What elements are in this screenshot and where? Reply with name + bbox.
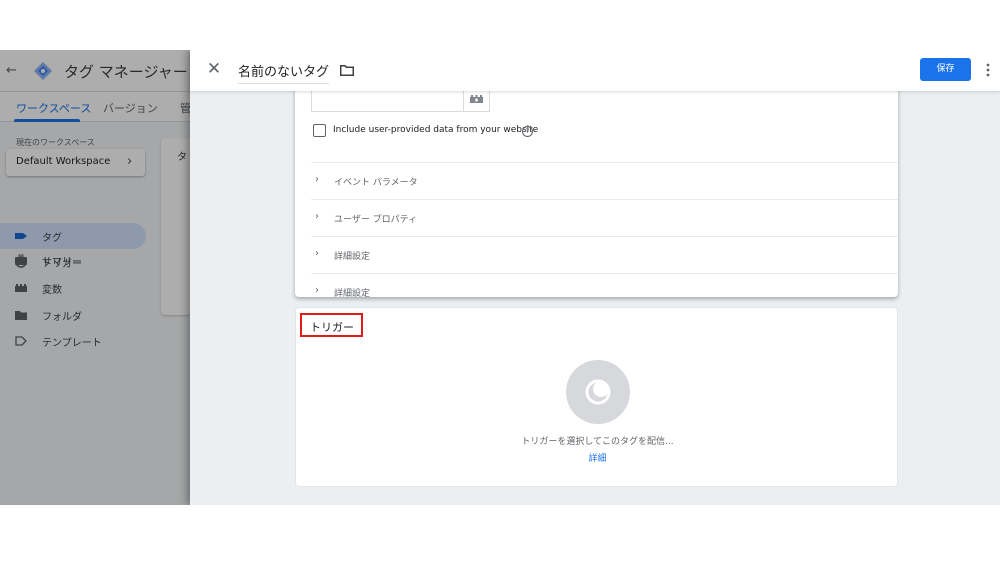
help-icon[interactable]: ? bbox=[522, 126, 533, 137]
folder-icon[interactable] bbox=[340, 65, 354, 76]
gtm-screen: ← タグ マネージャー ワークスペース バージョン 管 現在のワークスペース D… bbox=[0, 50, 1000, 505]
add-trigger-button[interactable] bbox=[566, 360, 630, 424]
section-user-properties[interactable]: › ユーザー プロパティ bbox=[311, 199, 898, 236]
learn-more-link[interactable]: 詳細 bbox=[296, 451, 899, 464]
tag-editor-panel: Include user-provided data from your web… bbox=[190, 50, 1000, 505]
section-label: ユーザー プロパティ bbox=[334, 215, 418, 225]
modal-scrim[interactable] bbox=[0, 50, 190, 505]
section-advanced-settings-1[interactable]: › 詳細設定 bbox=[311, 236, 898, 273]
save-button[interactable]: 保存 bbox=[920, 58, 971, 81]
tag-name-field[interactable]: 名前のないタグ bbox=[238, 61, 330, 84]
triggering-card[interactable]: トリガー トリガーを選択してこのタグを配信... 詳細 bbox=[295, 307, 898, 487]
chevron-right-icon: › bbox=[315, 174, 319, 185]
trigger-icon bbox=[585, 379, 611, 405]
section-advanced-settings-2[interactable]: › 詳細設定 bbox=[311, 273, 898, 299]
close-icon[interactable]: ✕ bbox=[206, 61, 222, 78]
more-vert-icon[interactable] bbox=[985, 62, 991, 78]
chevron-right-icon: › bbox=[315, 211, 319, 222]
tag-configuration-card: Include user-provided data from your web… bbox=[295, 86, 898, 299]
trigger-section-title: トリガー bbox=[310, 321, 354, 334]
chevron-right-icon: › bbox=[315, 285, 319, 296]
trigger-placeholder-text: トリガーを選択してこのタグを配信... bbox=[521, 437, 674, 447]
section-event-parameters[interactable]: › イベント パラメータ bbox=[311, 162, 898, 199]
variable-picker-icon bbox=[470, 95, 483, 103]
tag-editor-header: ✕ 名前のないタグ 保存 bbox=[190, 50, 1000, 91]
chevron-right-icon: › bbox=[315, 248, 319, 259]
section-label: 詳細設定 bbox=[334, 289, 371, 299]
gtm-background: ← タグ マネージャー ワークスペース バージョン 管 現在のワークスペース D… bbox=[0, 50, 191, 505]
user-provided-data-checkbox[interactable] bbox=[313, 124, 326, 137]
section-label: イベント パラメータ bbox=[334, 178, 418, 188]
checkbox-label: Include user-provided data from your web… bbox=[333, 125, 539, 135]
trigger-title-highlight: トリガー bbox=[300, 313, 363, 337]
section-label: 詳細設定 bbox=[334, 252, 371, 262]
